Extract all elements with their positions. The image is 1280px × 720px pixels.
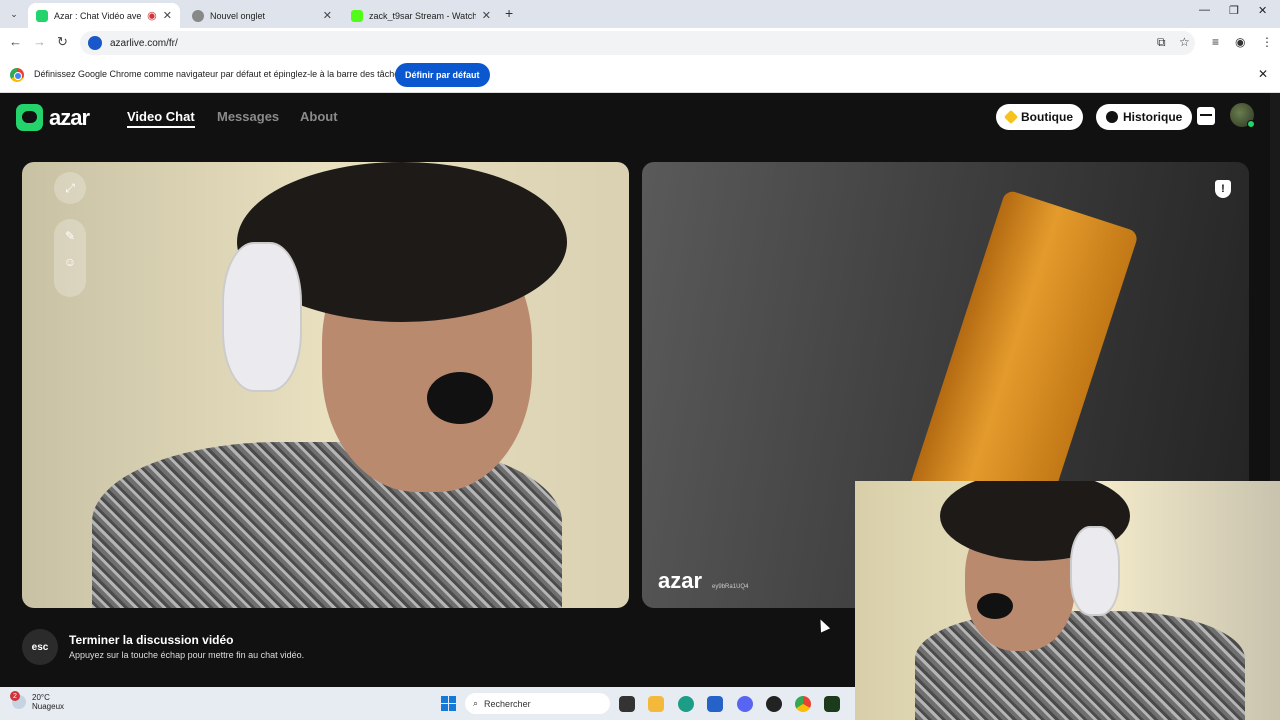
close-tab-icon[interactable]: ✕ [323, 9, 332, 22]
gem-icon [1003, 109, 1019, 125]
face-filter-icon[interactable]: ☺ [64, 255, 76, 269]
clock-icon [1106, 111, 1118, 123]
globe-icon [192, 9, 204, 22]
reload-button[interactable]: ↻ [57, 34, 68, 50]
cloud-icon: 2 [10, 691, 26, 709]
tab-search-button[interactable]: ⌄ [6, 6, 22, 22]
infobar-message: Définissez Google Chrome comme navigateu… [34, 69, 404, 79]
azar-favicon-icon [36, 9, 48, 22]
recording-icon: ◉ [147, 10, 157, 22]
file-explorer-icon[interactable] [648, 696, 664, 712]
chrome-logo-icon [10, 68, 24, 82]
default-browser-infobar: Définissez Google Chrome comme navigateu… [0, 58, 1280, 93]
tab-kick-stream[interactable]: zack_t9sar Stream - Watch Live ✕ [343, 3, 499, 28]
site-info-icon[interactable] [88, 36, 102, 50]
edge-icon[interactable] [678, 696, 694, 712]
magic-wand-icon[interactable]: ✎ [65, 229, 75, 243]
browser-toolbar: ← → ↻ azarlive.com/fr/ ⧉ ☆ ≡ ◉ ⋮ [0, 28, 1280, 58]
tab-new-tab[interactable]: Nouvel onglet ✕ [184, 3, 340, 28]
task-view-icon[interactable] [619, 696, 635, 712]
start-button[interactable] [441, 696, 456, 711]
discord-icon[interactable] [737, 696, 753, 712]
tab-strip: ⌄ Azar : Chat Vidéo avec de n ◉ ✕ Nouvel… [0, 0, 1280, 28]
end-chat-title: Terminer la discussion vidéo [69, 633, 234, 647]
restore-button[interactable]: ❐ [1229, 4, 1239, 17]
effects-toolbar: ✎ ☺ [54, 219, 86, 297]
expand-icon: ⤢ [65, 180, 75, 195]
expand-button[interactable]: ⤢ [54, 172, 86, 204]
kick-favicon-icon [351, 9, 363, 22]
address-bar[interactable]: azarlive.com/fr/ [80, 31, 1195, 55]
online-status-icon [1247, 120, 1255, 128]
set-default-button[interactable]: Définir par défaut [395, 63, 490, 87]
profile-icon[interactable]: ◉ [1235, 35, 1245, 49]
new-tab-button[interactable]: + [505, 5, 513, 21]
azar-watermark: azar ey9bRa1UQ4 [658, 568, 749, 593]
media-controls-icon[interactable]: ≡ [1212, 35, 1219, 49]
nav-messages[interactable]: Messages [217, 109, 279, 124]
taskbar-search[interactable]: ⌕ Rechercher [465, 693, 610, 714]
search-icon: ⌕ [473, 698, 479, 708]
azar-logo[interactable]: azar [16, 104, 90, 131]
esc-key-badge[interactable]: esc [22, 629, 58, 665]
minimize-button[interactable]: — [1199, 4, 1210, 16]
close-infobar-icon[interactable]: ✕ [1258, 67, 1268, 81]
bookmark-star-icon[interactable]: ☆ [1179, 35, 1190, 49]
close-tab-icon[interactable]: ✕ [482, 9, 491, 22]
inbox-icon[interactable] [1197, 107, 1215, 125]
chrome-taskbar-icon[interactable] [795, 696, 811, 712]
close-tab-icon[interactable]: ✕ [163, 9, 172, 22]
webcam-overlay [855, 481, 1280, 720]
install-app-icon[interactable]: ⧉ [1157, 35, 1166, 50]
local-video: ⤢ ✎ ☺ [22, 162, 629, 608]
end-chat-hint: Appuyez sur la touche échap pour mettre … [69, 650, 305, 660]
avatar[interactable] [1230, 103, 1255, 128]
shop-button[interactable]: Boutique [996, 104, 1083, 130]
more-menu-icon[interactable]: ⋮ [1261, 35, 1273, 49]
forward-button[interactable]: → [33, 34, 46, 49]
nav-about[interactable]: About [300, 109, 338, 124]
azar-logo-icon [16, 104, 43, 131]
kick-app-icon[interactable] [824, 696, 840, 712]
back-button[interactable]: ← [9, 34, 22, 49]
tab-azar[interactable]: Azar : Chat Vidéo avec de n ◉ ✕ [28, 3, 180, 28]
windows-taskbar: 2 20°C Nuageux ⌕ Rechercher [0, 687, 855, 720]
app-icon[interactable] [766, 696, 782, 712]
store-icon[interactable] [707, 696, 723, 712]
history-button[interactable]: Historique [1096, 104, 1193, 130]
report-shield-icon[interactable]: ! [1215, 180, 1231, 198]
close-window-button[interactable]: ✕ [1258, 4, 1267, 17]
weather-widget[interactable]: 2 20°C Nuageux [10, 691, 64, 711]
nav-video-chat[interactable]: Video Chat [127, 109, 195, 128]
